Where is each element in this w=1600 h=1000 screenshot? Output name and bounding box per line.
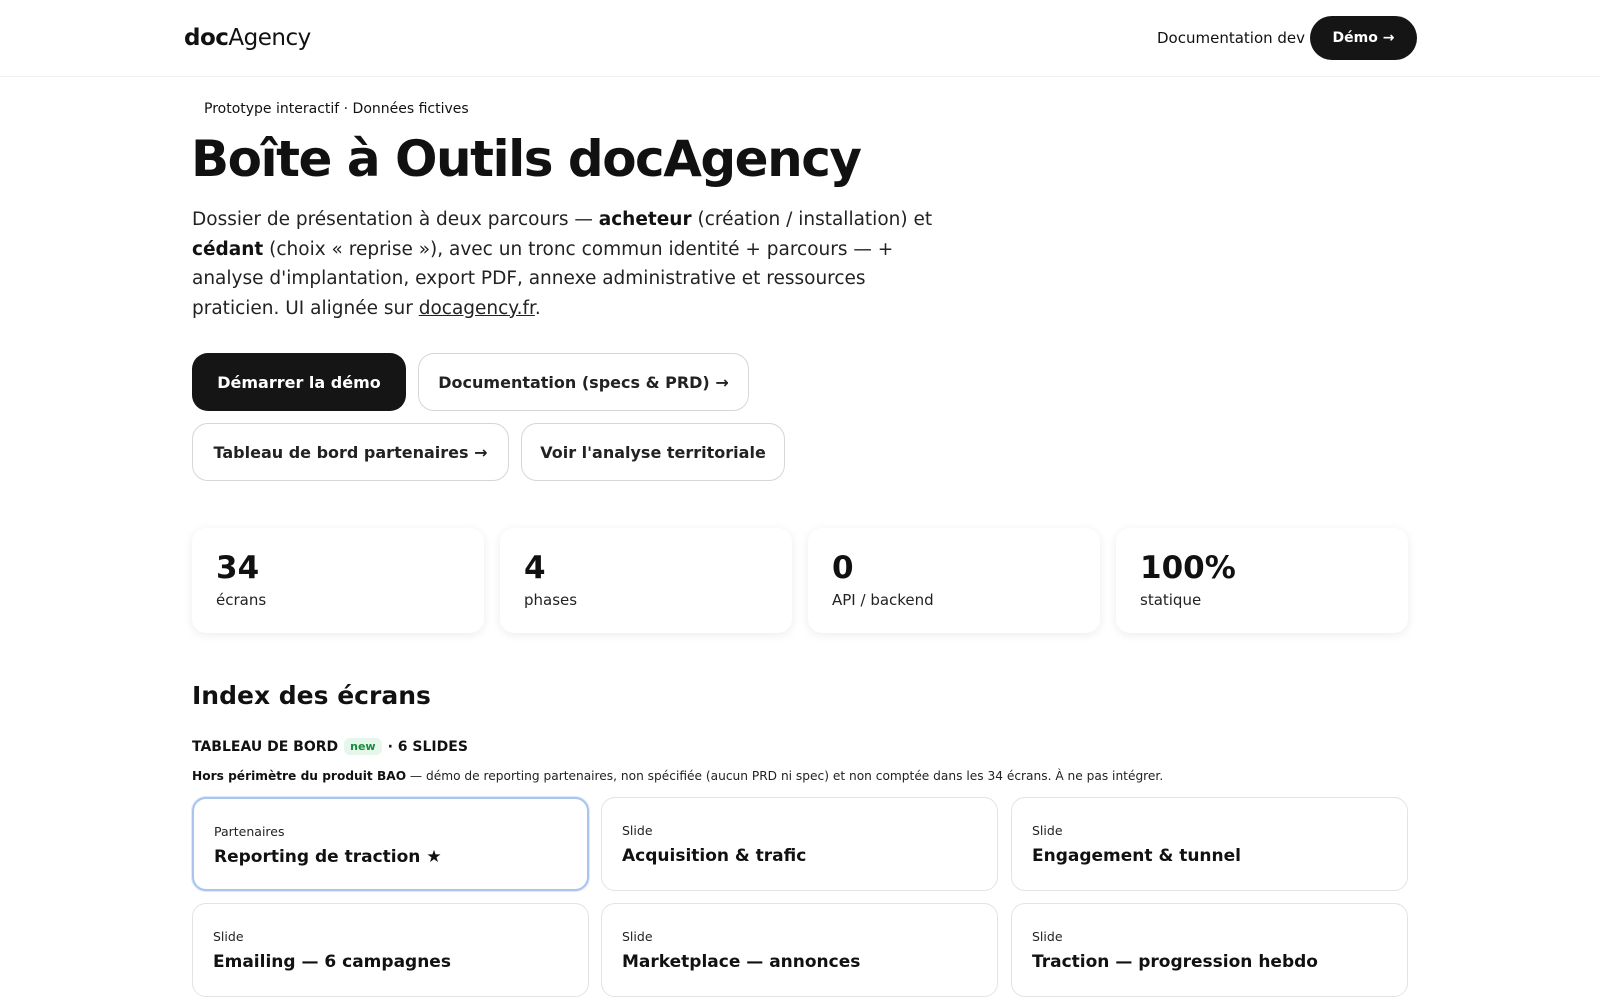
screen-index-heading: Index des écrans: [192, 681, 431, 710]
group-note: Hors périmètre du produit BAO — démo de …: [192, 769, 1164, 783]
nav-documentation-dev-link[interactable]: Documentation dev: [1157, 29, 1305, 47]
card-kicker: Slide: [213, 929, 244, 944]
partners-dashboard-button[interactable]: Tableau de bord partenaires →: [192, 423, 509, 481]
card-title: Acquisition & trafic: [622, 846, 807, 866]
card-title: Reporting de traction ★: [214, 847, 442, 867]
screen-card-engagement[interactable]: Slide Engagement & tunnel: [1011, 797, 1408, 891]
stat-value: 4: [524, 550, 546, 586]
card-kicker: Slide: [1032, 823, 1063, 838]
hero-eyebrow: Prototype interactif · Données fictives: [204, 101, 469, 117]
screen-card-emailing[interactable]: Slide Emailing — 6 campagnes: [192, 903, 589, 997]
hero-description: Dossier de présentation à deux parcours …: [192, 209, 933, 319]
top-navigation-bar: docAgency Documentation dev Démo →: [0, 0, 1600, 77]
documentation-specs-button[interactable]: Documentation (specs & PRD) →: [418, 353, 749, 411]
card-title: Traction — progression hebdo: [1032, 952, 1318, 972]
new-badge: new: [344, 738, 382, 755]
screen-card-reporting-traction[interactable]: Partenaires Reporting de traction ★: [192, 797, 589, 891]
start-demo-button[interactable]: Démarrer la démo: [192, 353, 406, 411]
group-heading-dashboard: TABLEAU DE BORD new · 6 SLIDES: [192, 738, 468, 755]
stat-label: écrans: [216, 591, 267, 609]
stat-card-static: 100% statique: [1116, 528, 1408, 633]
screen-card-traction-weekly[interactable]: Slide Traction — progression hebdo: [1011, 903, 1408, 997]
stat-label: API / backend: [832, 591, 934, 609]
stat-card-screens: 34 écrans: [192, 528, 484, 633]
stat-card-phases: 4 phases: [500, 528, 792, 633]
stat-value: 34: [216, 550, 260, 586]
territorial-analysis-button[interactable]: Voir l'analyse territoriale: [521, 423, 785, 481]
screen-card-marketplace[interactable]: Slide Marketplace — annonces: [601, 903, 998, 997]
card-title: Marketplace — annonces: [622, 952, 861, 972]
stat-value: 0: [832, 550, 854, 586]
card-kicker: Slide: [622, 929, 653, 944]
card-kicker: Partenaires: [214, 824, 285, 839]
card-title: Emailing — 6 campagnes: [213, 952, 451, 972]
screen-card-acquisition[interactable]: Slide Acquisition & trafic: [601, 797, 998, 891]
page-title: Boîte à Outils docAgency: [191, 130, 862, 188]
group-slide-count: · 6 SLIDES: [387, 738, 468, 755]
stat-label: phases: [524, 591, 578, 609]
group-name: TABLEAU DE BORD: [192, 738, 339, 755]
stat-label: statique: [1140, 591, 1202, 609]
card-kicker: Slide: [622, 823, 653, 838]
docagency-site-link[interactable]: docagency.fr: [419, 298, 535, 319]
stat-value: 100%: [1140, 550, 1236, 586]
card-title: Engagement & tunnel: [1032, 846, 1241, 866]
nav-demo-button[interactable]: Démo →: [1310, 16, 1417, 60]
card-kicker: Slide: [1032, 929, 1063, 944]
docagency-logo[interactable]: docAgency: [184, 25, 311, 51]
stat-card-api: 0 API / backend: [808, 528, 1100, 633]
